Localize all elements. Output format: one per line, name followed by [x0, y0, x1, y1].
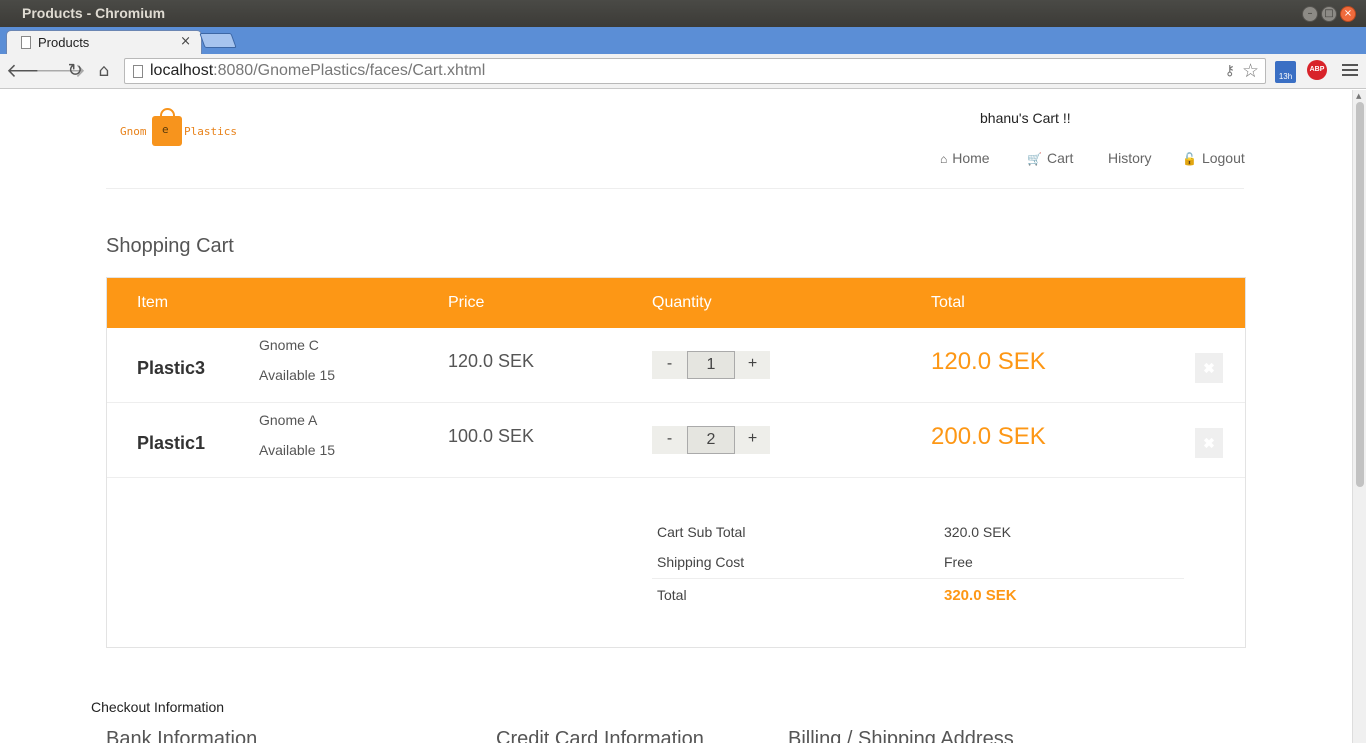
shipping-row: Shipping Cost Free: [652, 548, 1184, 578]
page-icon: [133, 65, 143, 78]
col-total: Total: [931, 294, 965, 311]
increase-quantity-button[interactable]: +: [735, 351, 770, 379]
remove-item-button[interactable]: ✖: [1195, 428, 1223, 458]
remove-item-button[interactable]: ✖: [1195, 353, 1223, 383]
quantity-input[interactable]: 2: [687, 426, 735, 454]
item-description: Gnome A: [259, 412, 318, 428]
cart-owner-label: bhanu's Cart !!: [980, 110, 1071, 126]
forward-arrow-icon[interactable]: 🡒: [35, 60, 86, 82]
item-total: 120.0 SEK: [931, 348, 1046, 375]
item-total: 200.0 SEK: [931, 423, 1046, 450]
checkout-title: Checkout Information: [91, 699, 225, 715]
page-title: Shopping Cart: [106, 235, 234, 257]
quantity-stepper: - 2 +: [652, 426, 770, 454]
col-quantity: Quantity: [652, 294, 712, 311]
new-tab-button[interactable]: [199, 33, 237, 48]
bookmark-star-icon[interactable]: ☆: [1242, 60, 1259, 82]
subtotal-label: Cart Sub Total: [657, 524, 746, 540]
increase-quantity-button[interactable]: +: [735, 426, 770, 454]
scroll-up-arrow-icon[interactable]: ▲: [1356, 92, 1361, 100]
nav-history[interactable]: History: [1108, 150, 1152, 166]
shipping-value: Free: [944, 554, 973, 570]
item-price: 100.0 SEK: [448, 426, 535, 446]
nav-cart[interactable]: 🛒 Cart: [1027, 150, 1073, 166]
tab-close-icon[interactable]: ×: [180, 34, 191, 49]
nav-logout[interactable]: 🔓 Logout: [1182, 150, 1245, 166]
quantity-stepper: - 1 +: [652, 351, 770, 379]
close-window-button[interactable]: ×: [1340, 6, 1356, 22]
shipping-label: Shipping Cost: [657, 554, 745, 570]
item-name: Plastic1: [137, 433, 206, 453]
window-controls: – □ ×: [1302, 6, 1356, 22]
cart-row: Plastic3 Gnome C Available 15 120.0 SEK …: [107, 328, 1245, 403]
minimize-button[interactable]: –: [1302, 6, 1318, 22]
scrollbar-thumb[interactable]: [1356, 102, 1364, 487]
tab-label: Products: [38, 35, 90, 50]
address-bar[interactable]: localhost:8080/GnomePlastics/faces/Cart.…: [124, 58, 1266, 84]
reload-icon[interactable]: ↻: [64, 60, 86, 82]
col-item: Item: [137, 294, 169, 311]
bank-info-heading: Bank Information: [106, 728, 258, 743]
grand-total-row: Total 320.0 SEK: [652, 578, 1184, 610]
key-icon[interactable]: ⚷: [1225, 63, 1235, 79]
decrease-quantity-button[interactable]: -: [652, 426, 687, 454]
shopping-bag-icon: e: [152, 108, 182, 146]
tab-products[interactable]: Products ×: [6, 30, 202, 54]
adblock-extension-icon[interactable]: ABP: [1307, 60, 1327, 80]
page-icon: [21, 36, 31, 49]
cart-icon: 🛒: [1027, 152, 1042, 166]
subtotal-value: 320.0 SEK: [944, 524, 1011, 540]
nav-home[interactable]: ⌂ Home: [940, 150, 990, 166]
grand-total-value: 320.0 SEK: [944, 587, 1017, 604]
browser-toolbar: 🡐 🡒 ↻ ⌂ localhost:8080/GnomePlastics/fac…: [0, 54, 1366, 89]
home-icon: ⌂: [940, 152, 948, 166]
calendar-extension-icon[interactable]: 13h: [1275, 61, 1296, 83]
item-availability: Available 15: [259, 442, 336, 458]
grand-total-label: Total: [657, 587, 687, 603]
tab-strip: Products ×: [0, 27, 1366, 54]
home-button-icon[interactable]: ⌂: [93, 60, 115, 82]
cart-row: Plastic1 Gnome A Available 15 100.0 SEK …: [107, 403, 1245, 478]
address-heading: Billing / Shipping Address: [788, 728, 1014, 743]
decrease-quantity-button[interactable]: -: [652, 351, 687, 379]
item-name: Plastic3: [137, 358, 206, 378]
maximize-button[interactable]: □: [1321, 6, 1337, 22]
window-title: Products - Chromium: [22, 5, 166, 21]
item-availability: Available 15: [259, 367, 336, 383]
col-price: Price: [448, 294, 485, 311]
url-text[interactable]: localhost:8080/GnomePlastics/faces/Cart.…: [150, 62, 485, 80]
cart-summary: Cart Sub Total 320.0 SEK Shipping Cost F…: [652, 518, 1184, 610]
cart-table-header: Item Price Quantity Total: [107, 278, 1245, 328]
window-titlebar: Products - Chromium – □ ×: [0, 0, 1366, 27]
credit-card-heading: Credit Card Information: [496, 728, 704, 743]
quantity-input[interactable]: 1: [687, 351, 735, 379]
back-arrow-icon[interactable]: 🡐: [6, 60, 57, 82]
header-divider: [106, 188, 1244, 189]
page-scrollbar[interactable]: ▲: [1352, 90, 1366, 743]
unlock-icon: 🔓: [1182, 152, 1197, 166]
site-logo[interactable]: Gnom e Plastics: [120, 108, 245, 148]
cart-table: Item Price Quantity Total Plastic3 Gnome…: [106, 277, 1246, 648]
item-price: 120.0 SEK: [448, 351, 535, 371]
page-viewport: Gnom e Plastics bhanu's Cart !! ⌂ Home 🛒 C…: [0, 90, 1352, 743]
hamburger-menu-icon[interactable]: [1342, 62, 1358, 78]
item-description: Gnome C: [259, 337, 319, 353]
subtotal-row: Cart Sub Total 320.0 SEK: [652, 518, 1184, 548]
